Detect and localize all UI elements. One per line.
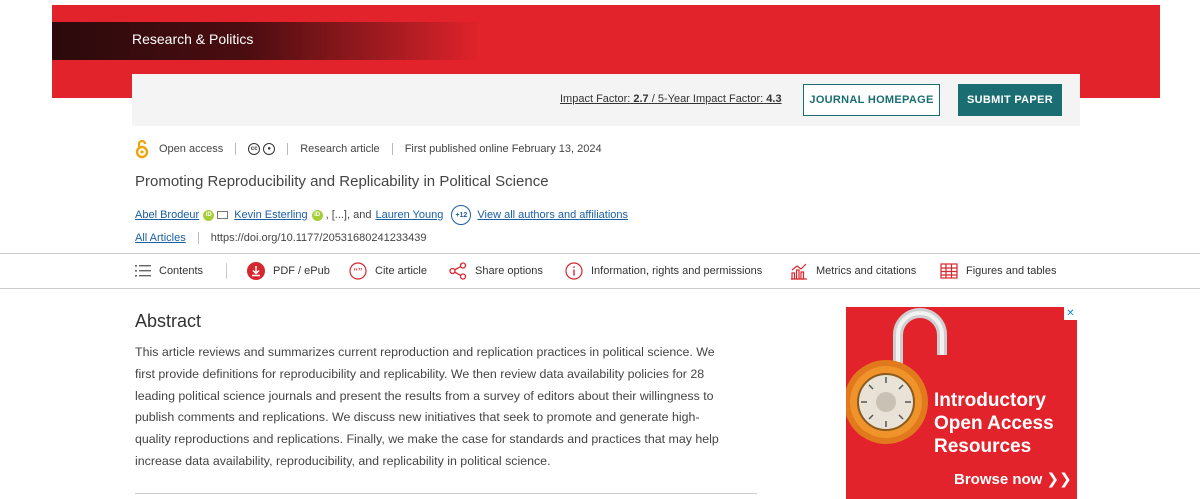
tool-contents[interactable]: Contents	[135, 254, 203, 288]
ad-headline: Introductory Open Access Resources	[934, 389, 1054, 458]
license-icons[interactable]: cc ●	[248, 143, 276, 155]
tool-cite[interactable]: “” Cite article	[349, 254, 427, 288]
abstract-line: This article reviews and summarizes curr…	[135, 345, 715, 359]
tool-label: Cite article	[375, 265, 427, 277]
email-icon[interactable]	[217, 211, 229, 219]
tool-figures[interactable]: Figures and tables	[940, 254, 1057, 288]
abstract-heading: Abstract	[135, 311, 202, 331]
tool-label: Information, rights and permissions	[591, 265, 763, 277]
divider	[226, 263, 227, 279]
five-year-value: 4.3	[766, 93, 782, 105]
browse-now-link[interactable]: Browse now ❯❯	[954, 470, 1072, 488]
impact-label: Impact Factor:	[560, 93, 631, 105]
tool-info[interactable]: Information, rights and permissions	[565, 254, 762, 288]
abstract-line: leading political science journals and p…	[135, 388, 714, 403]
share-icon	[449, 262, 467, 280]
all-articles-link[interactable]: All Articles	[135, 232, 186, 244]
tool-share[interactable]: Share options	[449, 254, 543, 288]
divider	[235, 143, 237, 155]
five-year-label: 5-Year Impact Factor:	[657, 93, 764, 105]
author-link[interactable]: Abel Brodeur	[135, 209, 199, 221]
divider	[197, 232, 199, 244]
divider	[391, 143, 393, 155]
tool-label: Contents	[159, 265, 204, 277]
more-authors-badge[interactable]: +12	[451, 205, 472, 225]
tool-pdf[interactable]: PDF / ePub	[247, 254, 330, 288]
author-link[interactable]: Kevin Esterling	[234, 209, 307, 221]
journal-homepage-button[interactable]: JOURNAL HOMEPAGE	[803, 84, 940, 116]
abstract-line: increase data availability, reproducibil…	[135, 453, 551, 468]
cc-icon: cc	[248, 143, 261, 155]
download-icon	[247, 262, 265, 280]
submit-paper-button[interactable]: SUBMIT PAPER	[958, 84, 1062, 116]
svg-text:“”: “”	[354, 267, 363, 278]
article-tools-bar: Contents PDF / ePub “” Cite article Shar…	[0, 253, 1200, 289]
info-icon	[565, 262, 583, 280]
impact-value: 2.7	[633, 93, 649, 105]
author-link[interactable]: Lauren Young	[375, 209, 443, 221]
doi-link[interactable]: https://doi.org/10.1177/2053168024123343…	[211, 232, 427, 244]
ad-headline-line: Resources	[934, 436, 1032, 457]
open-access-icon	[135, 139, 149, 159]
divider	[287, 143, 289, 155]
open-access-label: Open access	[159, 143, 224, 155]
article-title: Promoting Reproducibility and Replicabil…	[135, 173, 549, 190]
ad-headline-line: Open Access	[934, 413, 1054, 434]
by-icon: ●	[263, 143, 276, 155]
quote-icon: “”	[349, 262, 367, 280]
ad-headline-line: Introductory	[934, 390, 1046, 411]
author-list: Abel Brodeur iD Kevin Esterling iD , [..…	[135, 205, 628, 225]
article-type: Research article	[300, 143, 380, 155]
view-all-authors-link[interactable]: View all authors and affiliations	[477, 209, 628, 221]
orcid-icon[interactable]: iD	[203, 209, 215, 221]
open-access-ad[interactable]: ✕ Introductory Open Access Resources Bro…	[846, 307, 1077, 499]
orcid-icon[interactable]: iD	[311, 209, 323, 221]
table-icon	[940, 263, 958, 279]
close-icon[interactable]: ✕	[1064, 307, 1077, 320]
impact-factor-link[interactable]: Impact Factor: 2.7 / 5-Year Impact Facto…	[560, 93, 782, 105]
tool-label: Metrics and citations	[816, 265, 917, 277]
article-meta: Open access cc ● Research article First …	[135, 138, 602, 160]
impact-sep: /	[651, 93, 655, 105]
list-icon	[135, 265, 151, 277]
banner-title-strip	[52, 22, 482, 60]
authors-ellipsis: , [...], and	[325, 209, 372, 221]
journal-title[interactable]: Research & Politics	[132, 31, 253, 47]
abstract-line: quality reproductions and replications. …	[135, 432, 719, 447]
abstract-line: first provide definitions for reproducib…	[135, 366, 705, 381]
tool-metrics[interactable]: Metrics and citations	[790, 254, 916, 288]
doi-row: All Articles https://doi.org/10.1177/205…	[135, 232, 426, 244]
metrics-icon	[791, 263, 807, 280]
abstract-text: This article reviews and summarizes curr…	[135, 342, 755, 473]
tool-label: Share options	[475, 265, 543, 277]
divider	[135, 493, 757, 494]
journal-info-bar: Impact Factor: 2.7 / 5-Year Impact Facto…	[132, 74, 1080, 126]
publish-date: First published online February 13, 2024	[404, 143, 602, 155]
abstract-line: publish comments and replications. We di…	[135, 410, 700, 425]
tool-label: Figures and tables	[966, 265, 1057, 277]
tool-label: PDF / ePub	[273, 265, 330, 277]
